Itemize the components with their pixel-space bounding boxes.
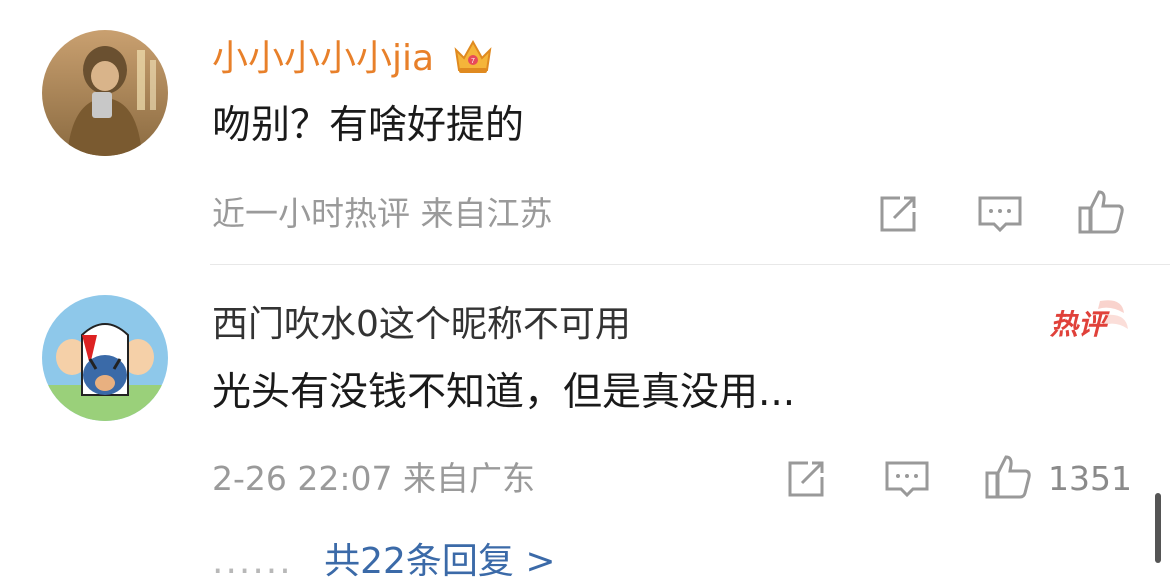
comment-text: 吻别？有啥好提的 [212,103,525,148]
comment-icon[interactable] [883,455,931,503]
comment-meta: 2-26 22:07 来自广东 [212,459,535,498]
comment-meta: 近一小时热评 来自江苏 [212,194,553,233]
svg-text:7: 7 [471,58,475,65]
comment-icon[interactable] [976,190,1024,238]
avatar[interactable] [42,295,168,421]
replies-text[interactable]: 共22条回复 > [324,541,555,582]
replies-dots: ...... [212,541,293,582]
like-count: 1351 [1048,459,1132,498]
share-icon[interactable] [874,190,922,238]
comment-item: 小小小小小jia 7 吻别？有啥好提的 近一小时热评 来自江苏 [0,0,1170,265]
username[interactable]: 小小小小小jia 7 [212,36,494,87]
replies-link[interactable]: ...... 共22条回复 > [212,532,556,584]
hot-badge: 热评 [1050,295,1130,345]
share-icon[interactable] [782,455,830,503]
avatar[interactable] [42,30,168,156]
username[interactable]: 西门吹水0这个昵称不可用 [212,303,631,347]
comment-item: 西门吹水0这个昵称不可用 热评 光头有没钱不知道，但是真没用... 2-26 2… [0,265,1170,563]
username-text[interactable]: 小小小小小jia [212,38,434,79]
like-icon[interactable] [1077,188,1125,236]
scrollbar[interactable] [1155,493,1161,563]
crown-icon: 7 [452,36,494,87]
like-icon[interactable] [984,453,1032,501]
hot-label: 热评 [1050,308,1107,341]
comment-text: 光头有没钱不知道，但是真没用... [212,370,796,415]
